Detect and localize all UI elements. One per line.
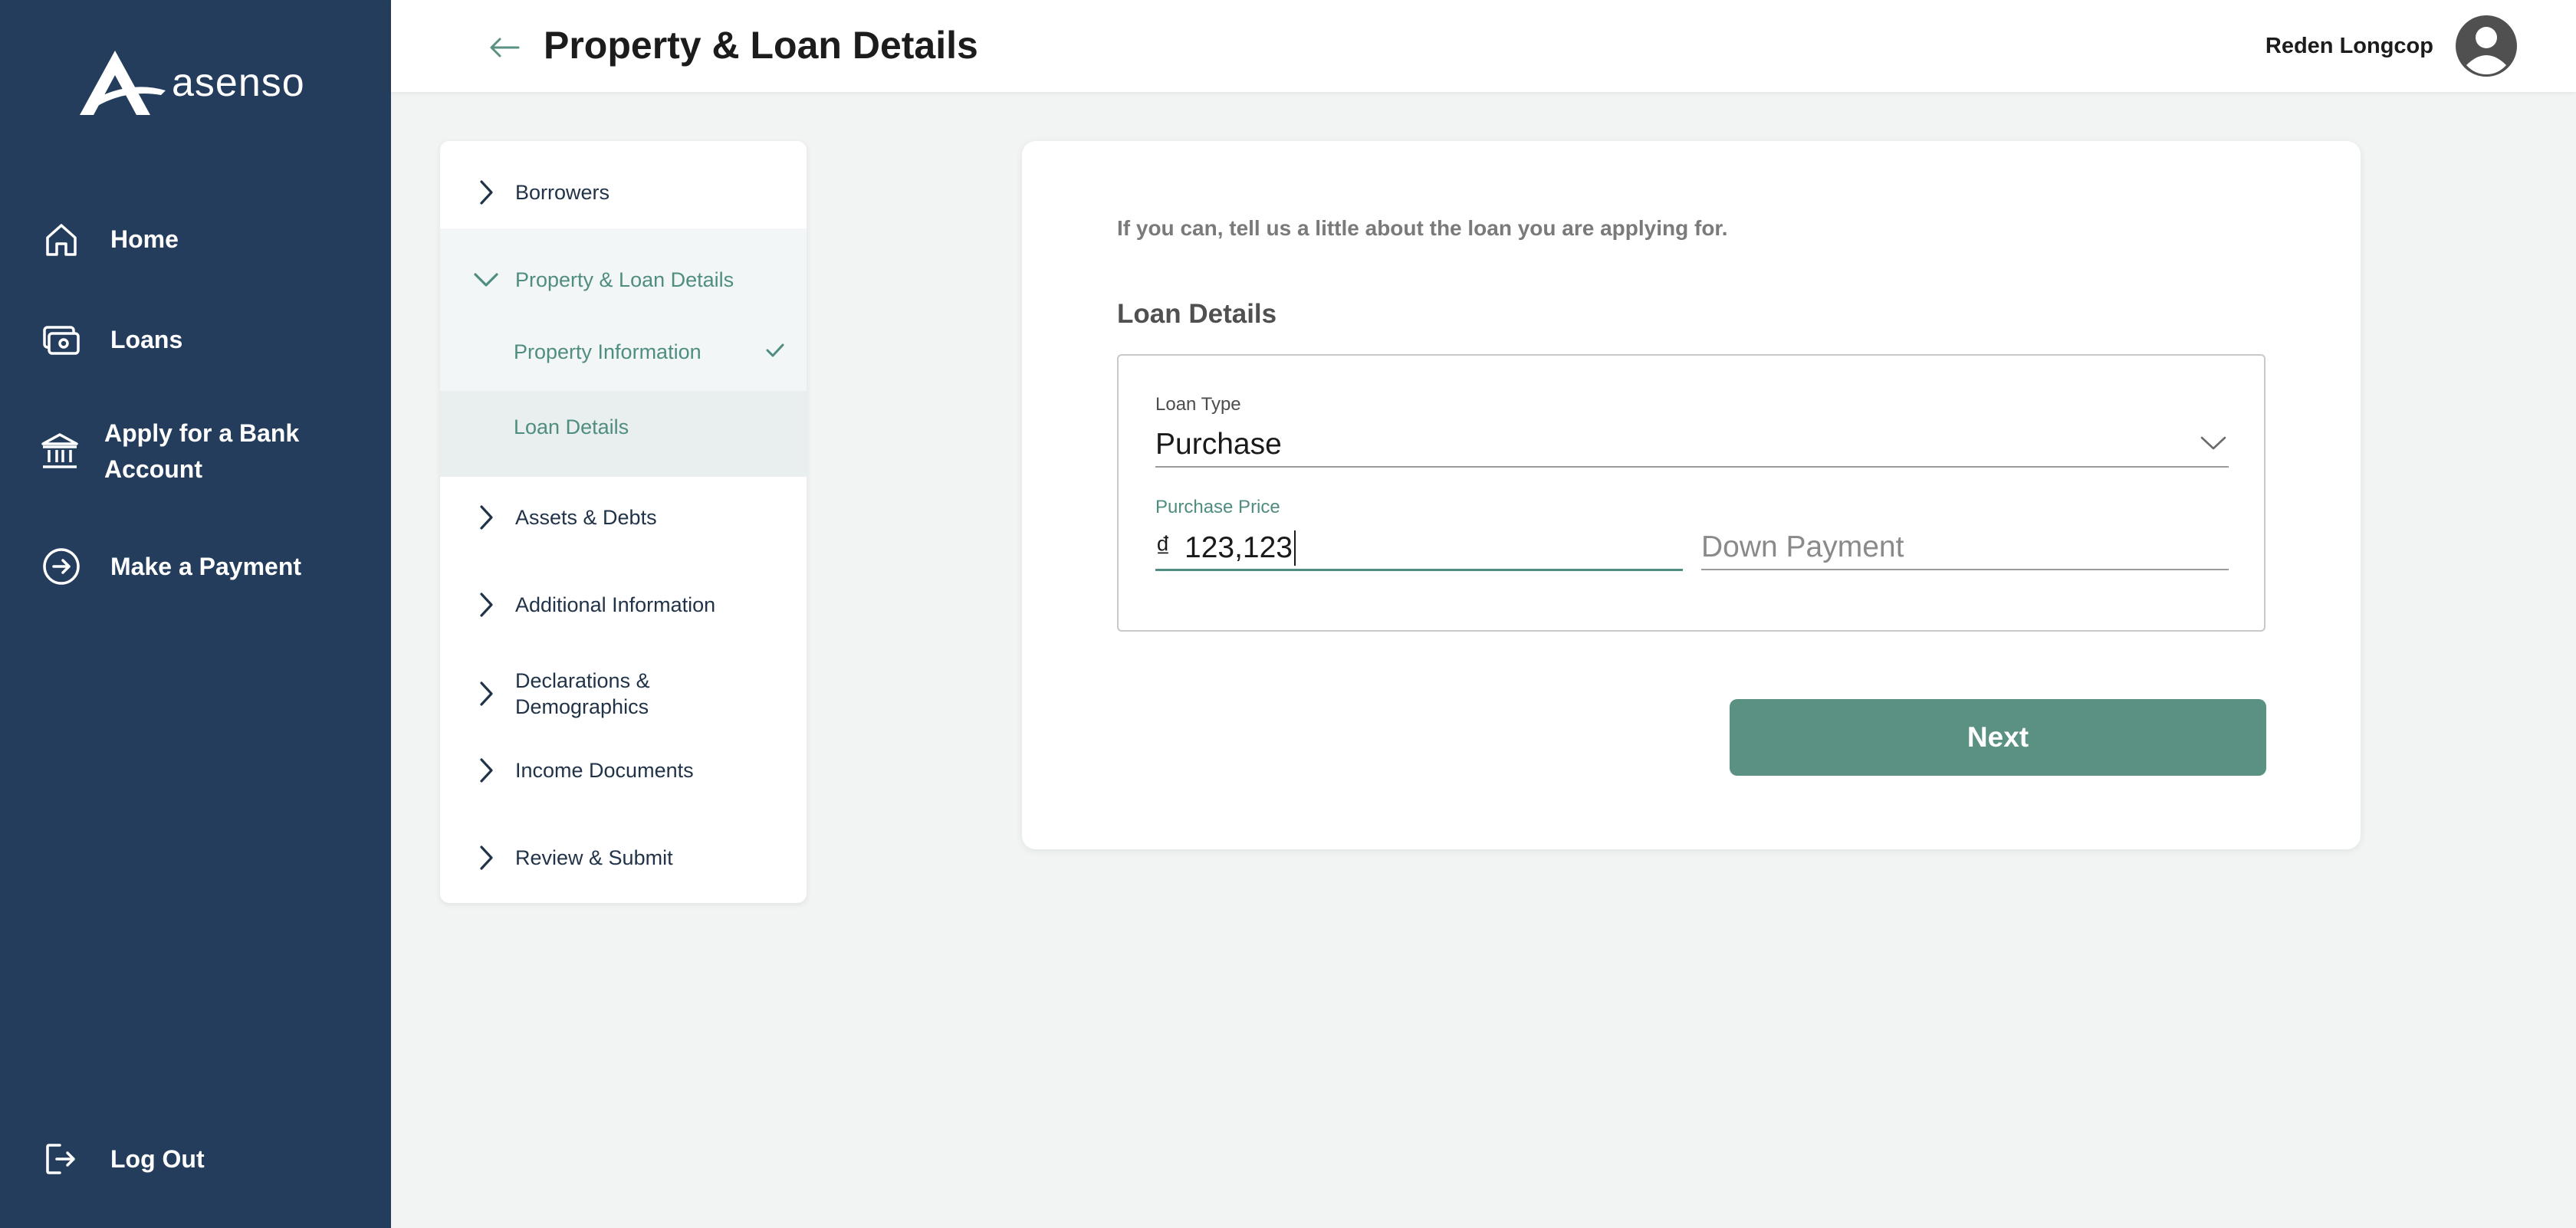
chevron-right-icon	[471, 842, 501, 873]
logo-text: asenso	[172, 61, 305, 105]
step-assets-debts[interactable]: Assets & Debts	[440, 494, 807, 541]
purchase-price-input[interactable]: ₫ 123,123	[1155, 530, 1296, 566]
chevron-down-icon	[471, 264, 501, 295]
step-declarations-demographics[interactable]: Declarations & Demographics	[440, 659, 807, 728]
nav-loans-label: Loans	[110, 325, 183, 353]
chevron-right-icon	[471, 755, 501, 786]
chevron-right-icon	[471, 177, 501, 208]
step-assets-debts-label: Assets & Debts	[515, 506, 657, 529]
nav-logout-label: Log Out	[110, 1144, 205, 1173]
step-review-submit[interactable]: Review & Submit	[440, 834, 807, 882]
chevron-down-icon[interactable]	[2200, 435, 2227, 455]
nav-bank-account-label: Apply for a Bank Account	[104, 419, 300, 483]
app-sidebar: asenso Home Loans Apply for a Bank Accou…	[0, 0, 391, 1228]
chevron-right-icon	[471, 589, 501, 620]
nav-bank-account[interactable]: Apply for a Bank Account	[40, 415, 362, 488]
avatar[interactable]	[2455, 15, 2518, 77]
loan-details-card: If you can, tell us a little about the l…	[1022, 141, 2361, 849]
loan-details-fieldset: Loan Type Purchase Purchase Price ₫ 123,…	[1117, 354, 2266, 632]
logo-mark-icon	[80, 51, 166, 115]
text-cursor	[1294, 530, 1296, 566]
next-button[interactable]: Next	[1730, 699, 2266, 776]
page-title: Property & Loan Details	[544, 24, 978, 67]
back-button[interactable]	[486, 29, 523, 66]
chevron-right-icon	[471, 502, 501, 533]
nav-logout[interactable]: Log Out	[40, 1138, 205, 1180]
page-header: Property & Loan Details Reden Longcop	[391, 0, 2576, 92]
step-income-documents[interactable]: Income Documents	[440, 747, 807, 794]
step-review-submit-label: Review & Submit	[515, 846, 673, 869]
purchase-price-label: Purchase Price	[1155, 497, 1280, 517]
nav-make-payment[interactable]: Make a Payment	[40, 545, 301, 588]
logout-icon	[40, 1138, 83, 1180]
substep-property-information-label: Property Information	[514, 340, 702, 363]
application-steps-panel: Borrowers Property & Loan Details Proper…	[440, 141, 807, 903]
step-income-documents-label: Income Documents	[515, 759, 694, 782]
substep-loan-details[interactable]: Loan Details	[440, 391, 807, 477]
purchase-price-underline	[1155, 569, 1683, 571]
down-payment-underline	[1701, 569, 2229, 570]
loan-type-label: Loan Type	[1155, 394, 1241, 415]
substep-loan-details-label: Loan Details	[514, 415, 629, 438]
chevron-right-icon	[471, 678, 501, 709]
nav-home-label: Home	[110, 225, 179, 253]
substep-property-information[interactable]: Property Information	[440, 317, 807, 391]
nav-loans[interactable]: Loans	[40, 318, 182, 361]
checkmark-icon	[765, 342, 785, 363]
step-borrowers-label: Borrowers	[515, 181, 610, 204]
asenso-logo[interactable]: asenso	[75, 44, 305, 121]
user-name[interactable]: Reden Longcop	[2266, 34, 2433, 59]
step-declarations-demographics-label: Declarations & Demographics	[515, 669, 650, 718]
loan-type-select[interactable]: Purchase	[1155, 428, 1282, 461]
arrow-circle-right-icon	[40, 545, 83, 588]
section-title: Loan Details	[1117, 299, 1277, 329]
cash-icon	[40, 318, 83, 361]
user-avatar-icon	[2456, 15, 2517, 77]
nav-home[interactable]: Home	[40, 218, 179, 261]
currency-symbol: ₫	[1155, 531, 1171, 564]
arrow-left-icon	[490, 38, 520, 57]
step-property-loan-details[interactable]: Property & Loan Details	[440, 256, 807, 304]
down-payment-input[interactable]	[1701, 524, 2229, 570]
home-icon	[40, 218, 83, 261]
step-property-loan-details-label: Property & Loan Details	[515, 268, 734, 291]
bank-icon	[40, 430, 80, 473]
loan-type-underline	[1155, 466, 2229, 468]
step-borrowers[interactable]: Borrowers	[440, 169, 807, 216]
step-additional-information[interactable]: Additional Information	[440, 581, 807, 629]
purchase-price-value: 123,123	[1184, 531, 1293, 564]
nav-make-payment-label: Make a Payment	[110, 552, 302, 580]
step-additional-information-label: Additional Information	[515, 593, 716, 616]
intro-text: If you can, tell us a little about the l…	[1117, 216, 1728, 240]
